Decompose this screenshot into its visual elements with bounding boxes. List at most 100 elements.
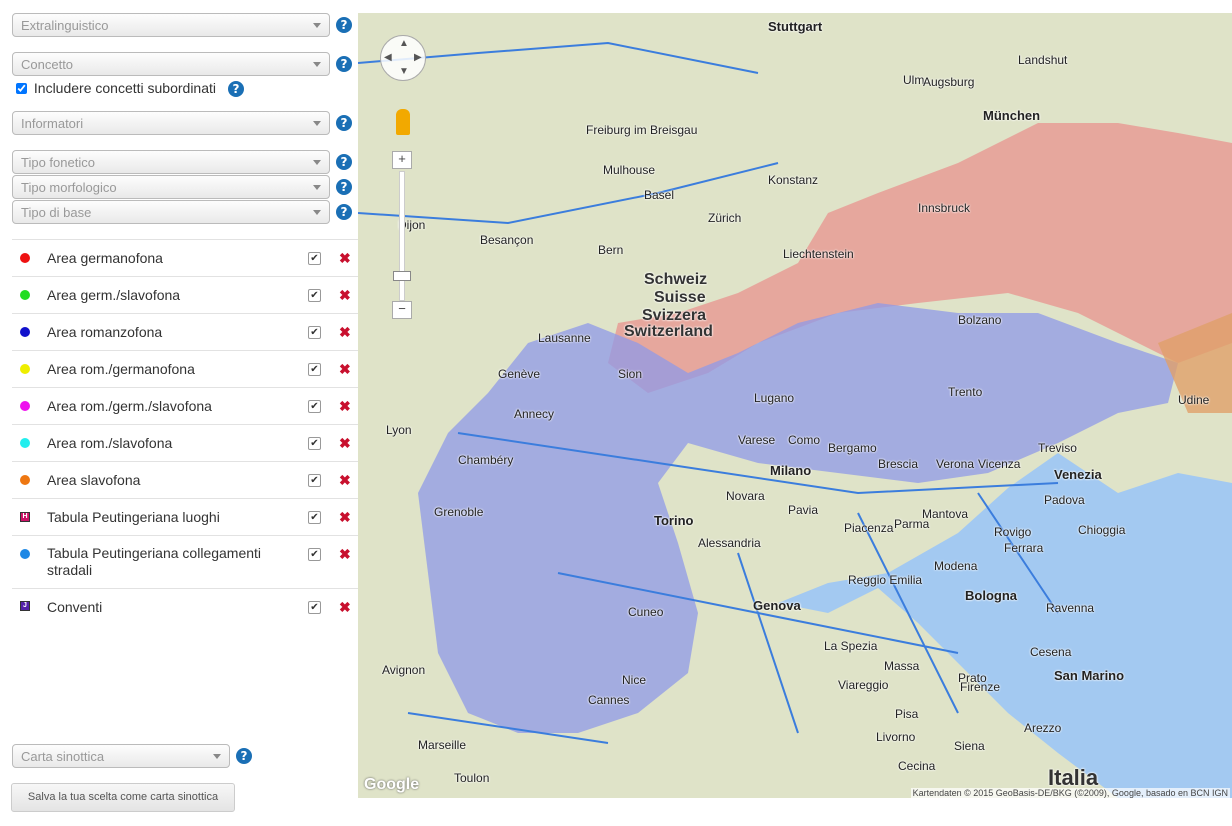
zoom-slider-track[interactable] — [399, 171, 405, 301]
map-label: Piacenza — [844, 521, 894, 535]
remove-icon[interactable]: ✖ — [339, 398, 351, 415]
help-icon[interactable]: ? — [336, 179, 352, 195]
map-label: Ferrara — [1004, 541, 1044, 555]
tipo-morfologico-select[interactable]: Tipo morfologico — [12, 175, 330, 199]
map-label: Novara — [726, 489, 765, 503]
remove-icon[interactable]: ✖ — [339, 509, 351, 526]
map-attribution[interactable]: Kartendaten © 2015 GeoBasis-DE/BKG (©200… — [910, 788, 1230, 798]
sidebar: Extralinguistico ? Concetto ? Includere … — [0, 0, 358, 826]
magenta-dot-icon — [20, 401, 30, 411]
map-label: Suisse — [654, 289, 706, 306]
map-label: München — [983, 108, 1041, 123]
subordinate-concepts-checkbox[interactable] — [16, 83, 27, 94]
chevron-down-icon — [313, 62, 321, 67]
map-label: Vicenza — [978, 457, 1021, 471]
remove-icon[interactable]: ✖ — [339, 324, 351, 341]
remove-icon[interactable]: ✖ — [339, 546, 351, 563]
zoom-slider-thumb[interactable] — [393, 271, 411, 281]
chevron-down-icon — [313, 185, 321, 190]
legend-visibility-checkbox[interactable]: ✔ — [308, 289, 321, 302]
concetto-select[interactable]: Concetto — [12, 52, 330, 76]
map-label: Massa — [884, 659, 920, 673]
tipo-di-base-select-value: Tipo di base — [21, 205, 92, 220]
legend-row: Area rom./germanofona ✔ ✖ — [12, 350, 358, 387]
legend-label: Tabula Peutingeriana collegamenti strada… — [47, 545, 262, 578]
map-canvas[interactable]: Schweiz Suisse Svizzera Switzerland Stut… — [358, 13, 1232, 798]
remove-icon[interactable]: ✖ — [339, 599, 351, 616]
map-label: Cuneo — [628, 605, 664, 619]
pan-control[interactable]: ▲ ▼ ◀ ▶ — [380, 35, 426, 81]
pan-down-icon[interactable]: ▼ — [399, 66, 409, 77]
legend-row: Area germ./slavofona ✔ ✖ — [12, 276, 358, 313]
legend-row: Area romanzofona ✔ ✖ — [12, 313, 358, 350]
map-label: Switzerland — [624, 323, 713, 340]
pan-up-icon[interactable]: ▲ — [399, 38, 409, 49]
legend-row: Area slavofona ✔ ✖ — [12, 461, 358, 498]
map-label: Venezia — [1054, 467, 1102, 482]
map-label: Toulon — [454, 771, 490, 785]
legend-visibility-checkbox[interactable]: ✔ — [308, 363, 321, 376]
map-label: Cannes — [588, 693, 630, 707]
map-label: Verona — [936, 457, 975, 471]
informatori-select[interactable]: Informatori — [12, 111, 330, 135]
remove-icon[interactable]: ✖ — [339, 361, 351, 378]
map-label: Como — [788, 433, 821, 447]
map-legend: Area germanofona ✔ ✖ Area germ./slavofon… — [12, 239, 358, 625]
legend-label: Area rom./germanofona — [47, 361, 195, 377]
legend-visibility-checkbox[interactable]: ✔ — [308, 474, 321, 487]
legend-row: J Conventi ✔ ✖ — [12, 588, 358, 625]
legend-visibility-checkbox[interactable]: ✔ — [308, 548, 321, 561]
save-synoptic-map-button[interactable]: Salva la tua scelta come carta sinottica — [11, 783, 235, 812]
legend-label: Area germ./slavofona — [47, 287, 181, 303]
carta-sinottica-select[interactable]: Carta sinottica — [12, 744, 230, 768]
blue-dot-icon — [20, 549, 30, 559]
help-icon[interactable]: ? — [228, 81, 244, 97]
tipo-di-base-select[interactable]: Tipo di base — [12, 200, 330, 224]
chevron-down-icon — [313, 121, 321, 126]
map-label: Avignon — [382, 663, 426, 677]
help-icon[interactable]: ? — [336, 17, 352, 33]
map-label: Treviso — [1038, 441, 1077, 455]
map-label: Livorno — [876, 730, 916, 744]
help-icon[interactable]: ? — [336, 56, 352, 72]
zoom-out-button[interactable]: − — [392, 301, 412, 319]
map-label: Mulhouse — [603, 163, 656, 177]
help-icon[interactable]: ? — [336, 115, 352, 131]
help-icon[interactable]: ? — [336, 154, 352, 170]
map-label: Annecy — [514, 407, 555, 421]
legend-visibility-checkbox[interactable]: ✔ — [308, 511, 321, 524]
extralinguistico-select[interactable]: Extralinguistico — [12, 13, 330, 37]
pan-right-icon[interactable]: ▶ — [414, 52, 422, 63]
map-label: Ulm — [903, 73, 925, 87]
map-label: Ravenna — [1046, 601, 1095, 615]
legend-row: H Tabula Peutingeriana luoghi ✔ ✖ — [12, 498, 358, 535]
legend-row: Area germanofona ✔ ✖ — [12, 239, 358, 276]
legend-visibility-checkbox[interactable]: ✔ — [308, 400, 321, 413]
remove-icon[interactable]: ✖ — [339, 287, 351, 304]
concetto-select-value: Concetto — [21, 57, 74, 72]
remove-icon[interactable]: ✖ — [339, 250, 351, 267]
map-label: Basel — [644, 188, 675, 202]
legend-label: Area romanzofona — [47, 324, 163, 340]
legend-visibility-checkbox[interactable]: ✔ — [308, 326, 321, 339]
map-label: Cesena — [1030, 645, 1072, 659]
map-label: Bolzano — [958, 313, 1002, 327]
legend-visibility-checkbox[interactable]: ✔ — [308, 601, 321, 614]
legend-visibility-checkbox[interactable]: ✔ — [308, 252, 321, 265]
map-label: Brescia — [878, 457, 919, 471]
zoom-in-button[interactable]: + — [392, 151, 412, 169]
map-label: Siena — [954, 739, 985, 753]
street-view-pegman-icon[interactable] — [396, 109, 410, 135]
map-label: Bergamo — [828, 441, 877, 455]
pan-left-icon[interactable]: ◀ — [384, 52, 392, 63]
remove-icon[interactable]: ✖ — [339, 472, 351, 489]
help-icon[interactable]: ? — [236, 748, 252, 764]
remove-icon[interactable]: ✖ — [339, 435, 351, 452]
legend-label: Area germanofona — [47, 250, 163, 266]
legend-visibility-checkbox[interactable]: ✔ — [308, 437, 321, 450]
tipo-fonetico-select[interactable]: Tipo fonetico — [12, 150, 330, 174]
informatori-select-value: Informatori — [21, 116, 84, 131]
chevron-down-icon — [213, 754, 221, 759]
help-icon[interactable]: ? — [336, 204, 352, 220]
map-label: Firenze — [960, 680, 1001, 694]
